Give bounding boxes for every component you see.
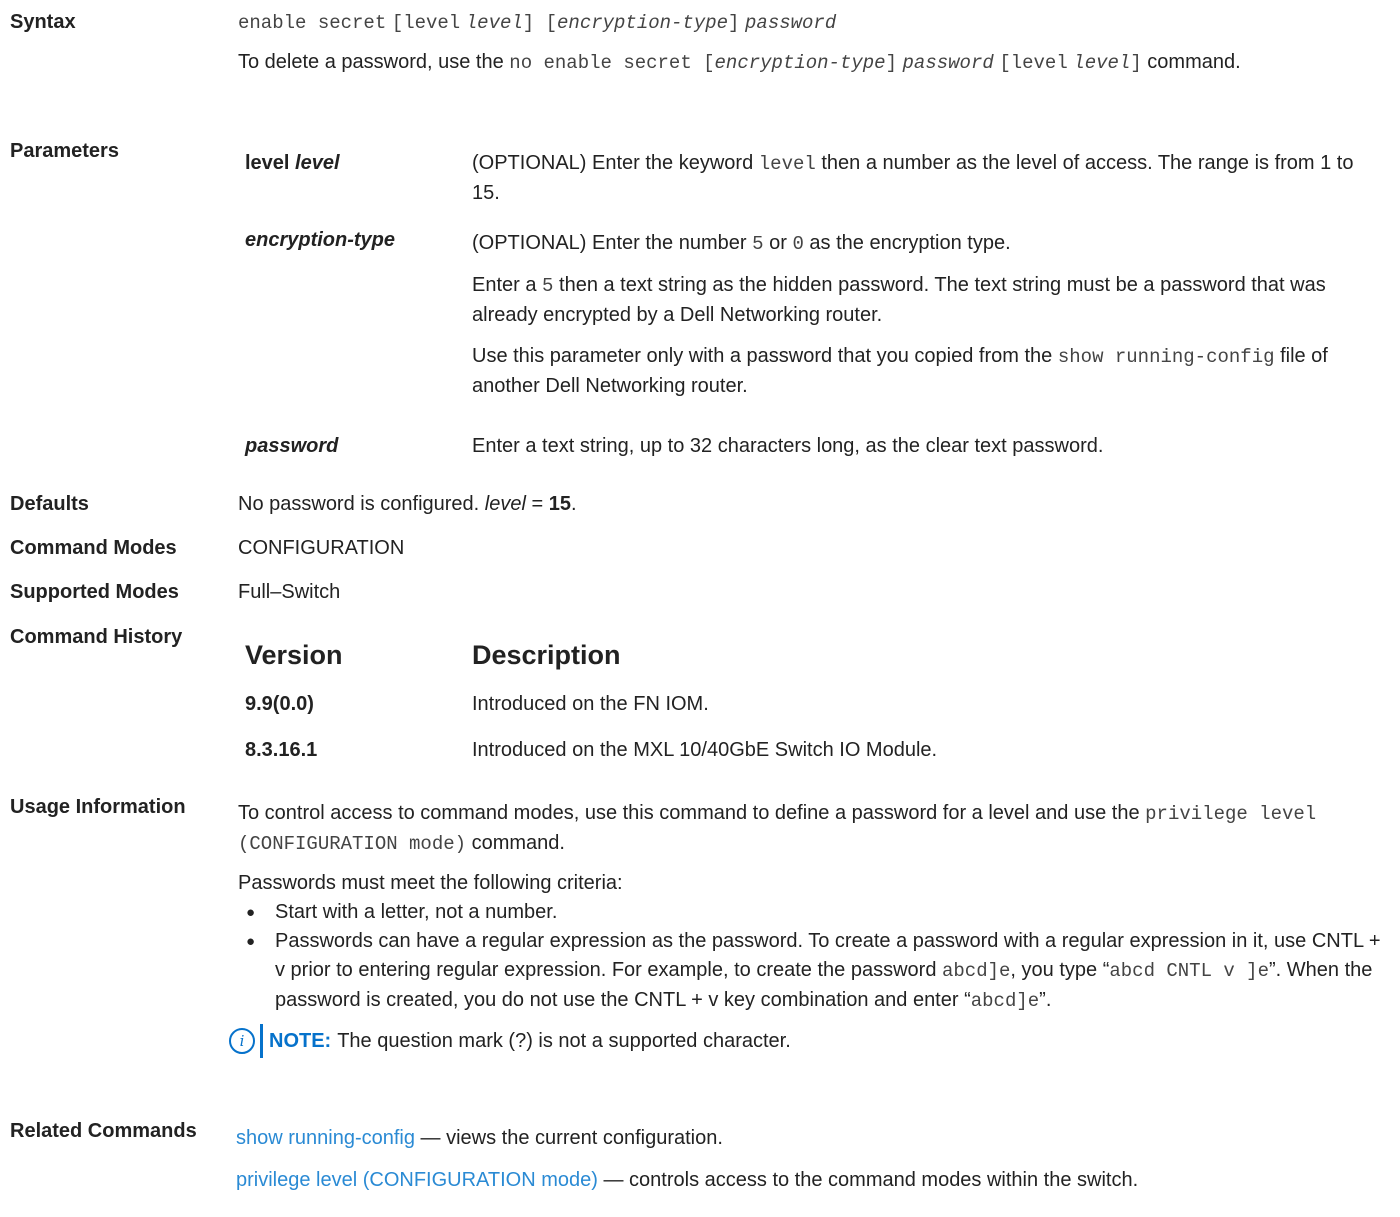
criteria-list: ● Start with a letter, not a number. ● Pas… xyxy=(238,898,1388,1016)
usage-criteria-intro: Passwords must meet the following criter… xyxy=(238,872,623,894)
usage-p1-b: command. xyxy=(471,832,565,854)
info-icon: i xyxy=(229,1028,255,1054)
usage-information-label: Usage Information xyxy=(10,796,186,818)
delete-mid: ] xyxy=(885,52,897,74)
enc-p2-a: Enter a xyxy=(472,274,537,296)
bullet2-code1: abcd]e xyxy=(942,960,1011,982)
bullet2-d: ”. xyxy=(1039,989,1052,1011)
param-term-level: level level xyxy=(245,149,340,178)
syntax-close-open: ] [ xyxy=(522,12,558,34)
related-desc: — views the current configuration. xyxy=(415,1127,723,1149)
related-item: privilege level (CONFIGURATION mode) — c… xyxy=(236,1166,1138,1195)
enc-p1-code1: 5 xyxy=(752,233,764,255)
bullet2-code2: abcd CNTL v ]e xyxy=(1109,960,1269,982)
usage-para-1: To control access to command modes, use … xyxy=(238,799,1388,859)
enc-para-3: Use this parameter only with a password … xyxy=(472,342,1372,401)
enc-p2-b: then a text string as the hidden passwor… xyxy=(472,274,1326,326)
enc-p3-a: Use this parameter only with a password … xyxy=(472,345,1053,367)
note-text: The question mark (?) is not a supported… xyxy=(337,1029,791,1052)
delete-pw: password xyxy=(902,52,994,74)
enc-p1-a: (OPTIONAL) Enter the number xyxy=(472,232,747,254)
command-modes-value: CONFIGURATION xyxy=(238,537,405,559)
list-item: ● Passwords can have a regular expression… xyxy=(238,927,1388,1016)
syntax-delete-line: To delete a password, use the no enable … xyxy=(238,48,1388,78)
syntax-label: Syntax xyxy=(10,11,76,33)
related-commands-label: Related Commands xyxy=(10,1120,197,1142)
supported-modes-value: Full–Switch xyxy=(238,581,341,603)
command-reference-page: Syntax enable secret [level level] [encr… xyxy=(0,0,1400,1217)
command-history-label: Command History xyxy=(10,626,183,648)
param-level-keyword: level xyxy=(245,152,296,174)
bullet-dot: ● xyxy=(246,904,256,921)
enc-p2-code: 5 xyxy=(542,275,554,297)
usage-section: To control access to command modes, use … xyxy=(238,799,1388,1016)
parameters-label: Parameters xyxy=(10,140,119,162)
param-term-password: password xyxy=(245,435,339,457)
defaults-level-value: 15 xyxy=(548,493,571,515)
usage-p1-a: To control access to command modes, use … xyxy=(238,802,1140,824)
related-link-privilege-level[interactable]: privilege level (CONFIGURATION mode) xyxy=(236,1169,598,1191)
supported-modes-label: Supported Modes xyxy=(10,581,179,603)
delete-suffix: command. xyxy=(1147,51,1241,73)
param-desc-encryption-type: (OPTIONAL) Enter the number 5 or 0 as th… xyxy=(472,229,1372,401)
note-callout: i NOTE: The question mark (?) is not a s… xyxy=(229,1023,791,1059)
command-modes-label: Command Modes xyxy=(10,537,177,559)
delete-level-arg: level xyxy=(1073,52,1131,74)
enc-p1-b: or xyxy=(769,232,787,254)
note-label: NOTE: xyxy=(269,1029,332,1052)
syntax-line: enable secret [level level] [encryption-… xyxy=(238,8,1388,38)
related-item: show running-config — views the current … xyxy=(236,1124,723,1153)
param-level-desc-1: (OPTIONAL) Enter the keyword xyxy=(472,152,754,174)
defaults-text: No password is configured. xyxy=(238,493,480,515)
param-level-code: level xyxy=(758,153,816,175)
syntax-close2: ] xyxy=(728,12,740,34)
bullet-text: Start with a letter, not a number. xyxy=(275,901,558,923)
bullet2-code3: abcd]e xyxy=(970,990,1040,1012)
enc-p1-code2: 0 xyxy=(792,233,804,255)
defaults-equals: = xyxy=(525,493,549,515)
syntax-level-arg: level xyxy=(465,12,523,34)
delete-prefix: To delete a password, use the xyxy=(238,51,504,73)
list-item: ● Start with a letter, not a number. xyxy=(238,898,1388,927)
delete-cmd: no enable secret [ xyxy=(509,52,715,74)
param-desc-level: (OPTIONAL) Enter the keyword level then … xyxy=(472,149,1372,208)
syntax-pw-arg: password xyxy=(745,12,837,34)
syntax-open1: [level xyxy=(391,12,461,34)
defaults-value: No password is configured. level = 15. xyxy=(238,490,1388,519)
enc-para-1: (OPTIONAL) Enter the number 5 or 0 as th… xyxy=(472,229,1372,259)
defaults-end: . xyxy=(570,493,577,515)
history-version: 9.9(0.0) xyxy=(245,693,314,715)
history-col-version: Version xyxy=(245,640,343,670)
history-description: Introduced on the FN IOM. xyxy=(472,693,709,715)
syntax-cmd: enable secret xyxy=(238,12,387,34)
related-link-show-running-config[interactable]: show running-config xyxy=(236,1127,415,1149)
bullet2-b: , you type “ xyxy=(1010,959,1110,981)
defaults-label: Defaults xyxy=(10,493,89,515)
enc-p3-code: show running-config xyxy=(1057,346,1275,368)
note-divider xyxy=(260,1024,263,1058)
param-term-encryption-type: encryption-type xyxy=(245,229,396,251)
enc-p1-c: as the encryption type. xyxy=(809,232,1011,254)
param-desc-password: Enter a text string, up to 32 characters… xyxy=(472,435,1104,457)
related-desc: — controls access to the command modes w… xyxy=(597,1169,1139,1191)
syntax-section: enable secret [level level] [encryption-… xyxy=(238,8,1388,78)
syntax-enc-arg: encryption-type xyxy=(557,12,729,34)
history-col-description: Description xyxy=(472,640,621,670)
history-description: Introduced on the MXL 10/40GbE Switch IO… xyxy=(472,739,938,761)
bullet-dot: ● xyxy=(246,933,256,950)
param-level-arg: level xyxy=(295,152,340,174)
history-version: 8.3.16.1 xyxy=(245,739,318,761)
defaults-level-word: level xyxy=(484,493,526,515)
delete-close: ] xyxy=(1130,52,1142,74)
delete-level: [level xyxy=(999,52,1068,74)
delete-enc: encryption-type xyxy=(714,52,886,74)
enc-para-2: Enter a 5 then a text string as the hidd… xyxy=(472,271,1372,330)
